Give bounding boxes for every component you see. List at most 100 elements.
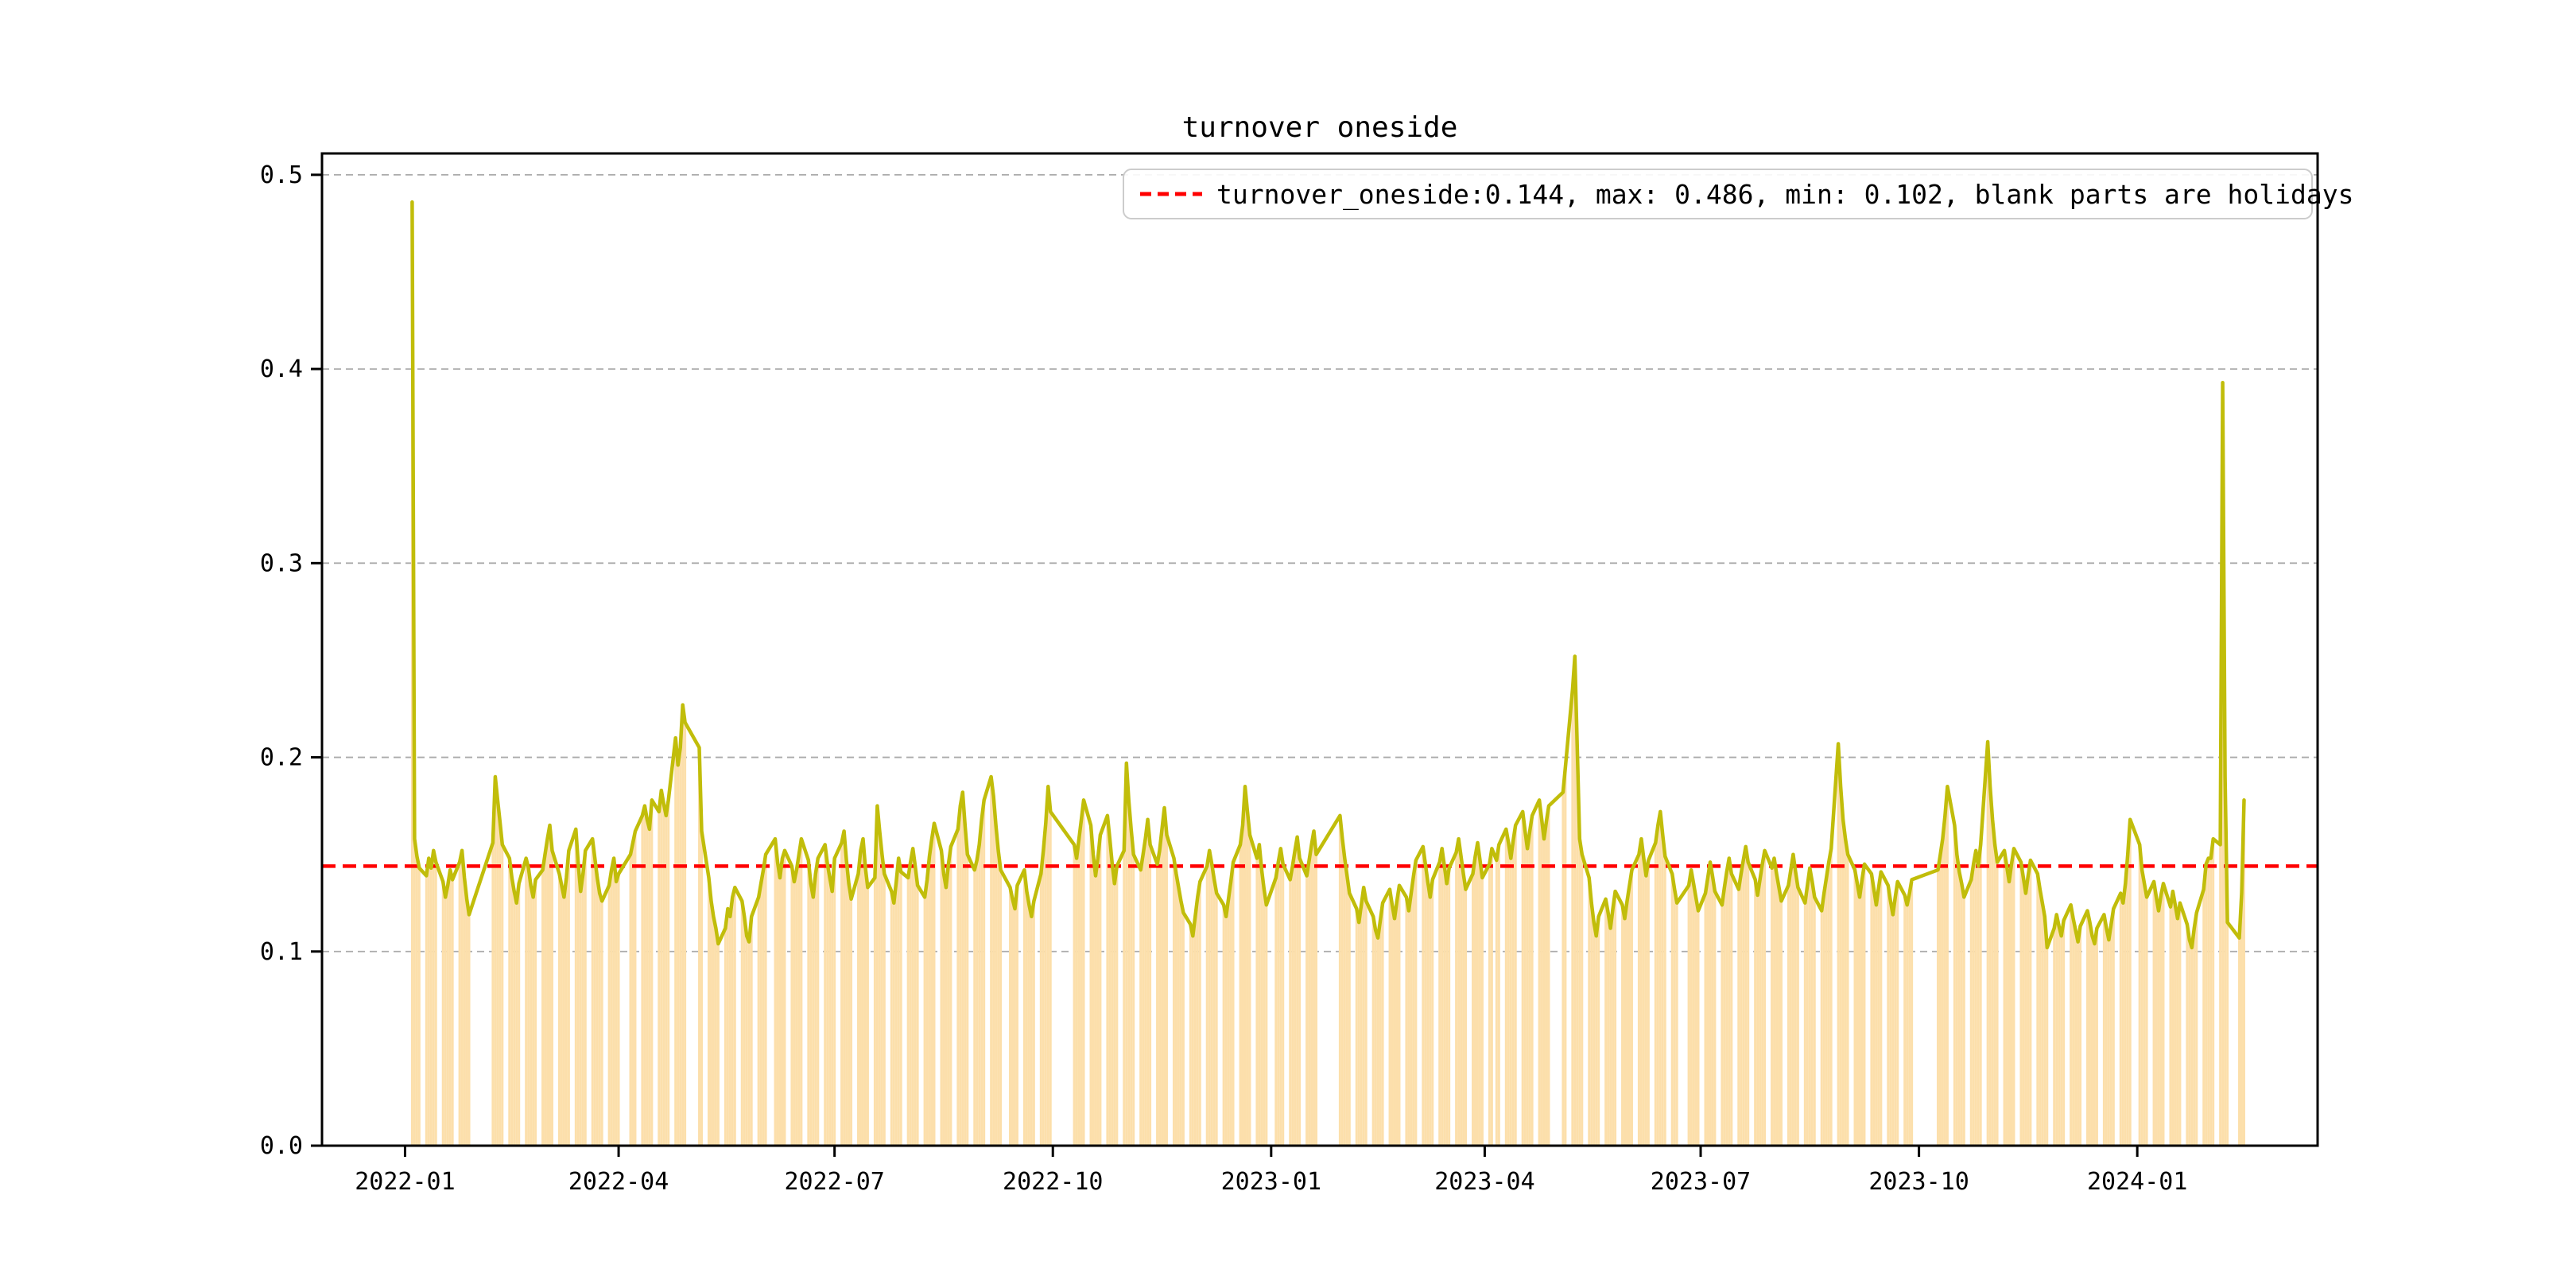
turnover-bar: [1478, 859, 1481, 1146]
turnover-bar: [518, 883, 521, 1146]
turnover-bar: [1675, 902, 1678, 1146]
turnover-bar: [510, 877, 514, 1146]
turnover-bar: [1737, 889, 1740, 1146]
turnover-bar: [2169, 906, 2172, 1146]
turnover-bar: [1756, 894, 1759, 1146]
turnover-bar: [1222, 905, 1225, 1146]
turnover-bar: [564, 877, 568, 1146]
turnover-bar: [1763, 850, 1767, 1146]
turnover-bar: [1514, 825, 1517, 1146]
turnover-bar: [1761, 863, 1764, 1146]
turnover-bar: [579, 891, 582, 1146]
turnover-bar: [1488, 863, 1491, 1146]
turnover-bar: [1955, 854, 1958, 1146]
turnover-bar: [1604, 898, 1608, 1146]
turnover-bar: [2193, 928, 2196, 1146]
turnover-bar: [1571, 689, 1574, 1146]
turnover-bar: [2012, 848, 2015, 1146]
turnover-bar: [499, 821, 502, 1146]
turnover-bar: [1744, 846, 1748, 1146]
turnover-bar: [1082, 800, 1085, 1146]
turnover-bar: [1277, 862, 1280, 1146]
turnover-bar: [750, 916, 753, 1146]
turnover-bar: [2022, 877, 2025, 1146]
turnover-bar: [1953, 825, 1956, 1146]
x-tick-label: 2022-04: [568, 1168, 669, 1196]
turnover-bar: [2219, 844, 2222, 1146]
turnover-bar: [525, 858, 528, 1146]
turnover-bar: [2195, 912, 2198, 1146]
turnover-bar: [1132, 854, 1135, 1146]
turnover-bar: [581, 874, 584, 1146]
turnover-bar: [774, 839, 777, 1146]
turnover-bar: [857, 874, 859, 1146]
turnover-bar: [2074, 929, 2077, 1146]
turnover-bar: [949, 846, 952, 1146]
turnover-bar: [709, 901, 712, 1146]
turnover-bar: [2036, 874, 2039, 1146]
turnover-bar: [2086, 910, 2089, 1146]
turnover-bar: [809, 883, 813, 1146]
turnover-bar: [1448, 867, 1451, 1146]
turnover-bar: [1274, 877, 1278, 1146]
turnover-bar: [1210, 863, 1213, 1146]
turnover-bar: [2212, 839, 2215, 1146]
turnover-bar: [845, 859, 848, 1146]
turnover-bar: [1810, 881, 1814, 1146]
turnover-bar: [1844, 839, 1847, 1146]
turnover-bar: [807, 859, 810, 1146]
turnover-bar: [1308, 859, 1311, 1146]
turnover-bar: [990, 776, 993, 1146]
turnover-bar: [1858, 897, 1861, 1146]
turnover-bar: [1642, 858, 1645, 1146]
turnover-bar: [945, 887, 948, 1146]
turnover-bar: [2226, 922, 2229, 1146]
turnover-bar: [1224, 916, 1228, 1146]
turnover-bar: [757, 897, 760, 1146]
turnover-bar: [1938, 854, 1942, 1146]
turnover-bar: [2162, 883, 2165, 1146]
turnover-bar: [1111, 863, 1114, 1146]
turnover-bar: [612, 858, 615, 1146]
x-axis-ticks: 2022-01 2022-04 2022-07 2022-10 2023-01 2023-…: [355, 1146, 2187, 1196]
turnover-bar: [1229, 881, 1232, 1146]
turnover-bar: [925, 879, 929, 1146]
turnover-bar: [1149, 844, 1152, 1146]
x-tick-label: 2024-01: [2087, 1168, 2187, 1196]
turnover-bar: [848, 883, 851, 1146]
turnover-bar: [1255, 858, 1259, 1146]
turnover-bar: [2105, 928, 2108, 1146]
turnover-bar: [1789, 870, 1792, 1146]
turnover-bar: [2102, 914, 2105, 1146]
turnover-bar: [1780, 901, 1783, 1146]
turnover-bar: [1647, 859, 1650, 1146]
turnover-bar: [541, 870, 545, 1146]
turnover-bar: [1196, 897, 1199, 1146]
turnover-bar: [1013, 909, 1016, 1146]
turnover-bar: [2138, 844, 2141, 1146]
turnover-bar: [824, 844, 827, 1146]
turnover-bar: [1166, 835, 1168, 1146]
turnover-bar: [992, 796, 995, 1146]
turnover-bar: [1775, 874, 1779, 1146]
turnover-bar: [508, 858, 511, 1146]
turnover-bar: [1348, 893, 1351, 1146]
turnover-bar: [1163, 808, 1166, 1146]
turnover-bar: [1829, 848, 1833, 1146]
turnover-bar: [1490, 848, 1493, 1146]
turnover-bar: [1730, 874, 1733, 1146]
turnover-bar: [1759, 879, 1762, 1146]
turnover-bar: [1547, 805, 1550, 1146]
turnover-bar: [1355, 909, 1358, 1146]
turnover-bar: [1139, 870, 1143, 1146]
turnover-bar: [1630, 870, 1633, 1146]
turnover-bar: [2145, 897, 2148, 1146]
turnover-bar: [1626, 901, 1628, 1146]
turnover-bar: [997, 850, 1000, 1146]
turnover-bar: [1258, 844, 1261, 1146]
turnover-bar: [1564, 766, 1567, 1146]
turnover-bar: [1728, 858, 1731, 1146]
turnover-bar: [909, 862, 912, 1146]
turnover-bar: [2140, 870, 2143, 1146]
y-tick-label: 0.0: [260, 1132, 303, 1160]
